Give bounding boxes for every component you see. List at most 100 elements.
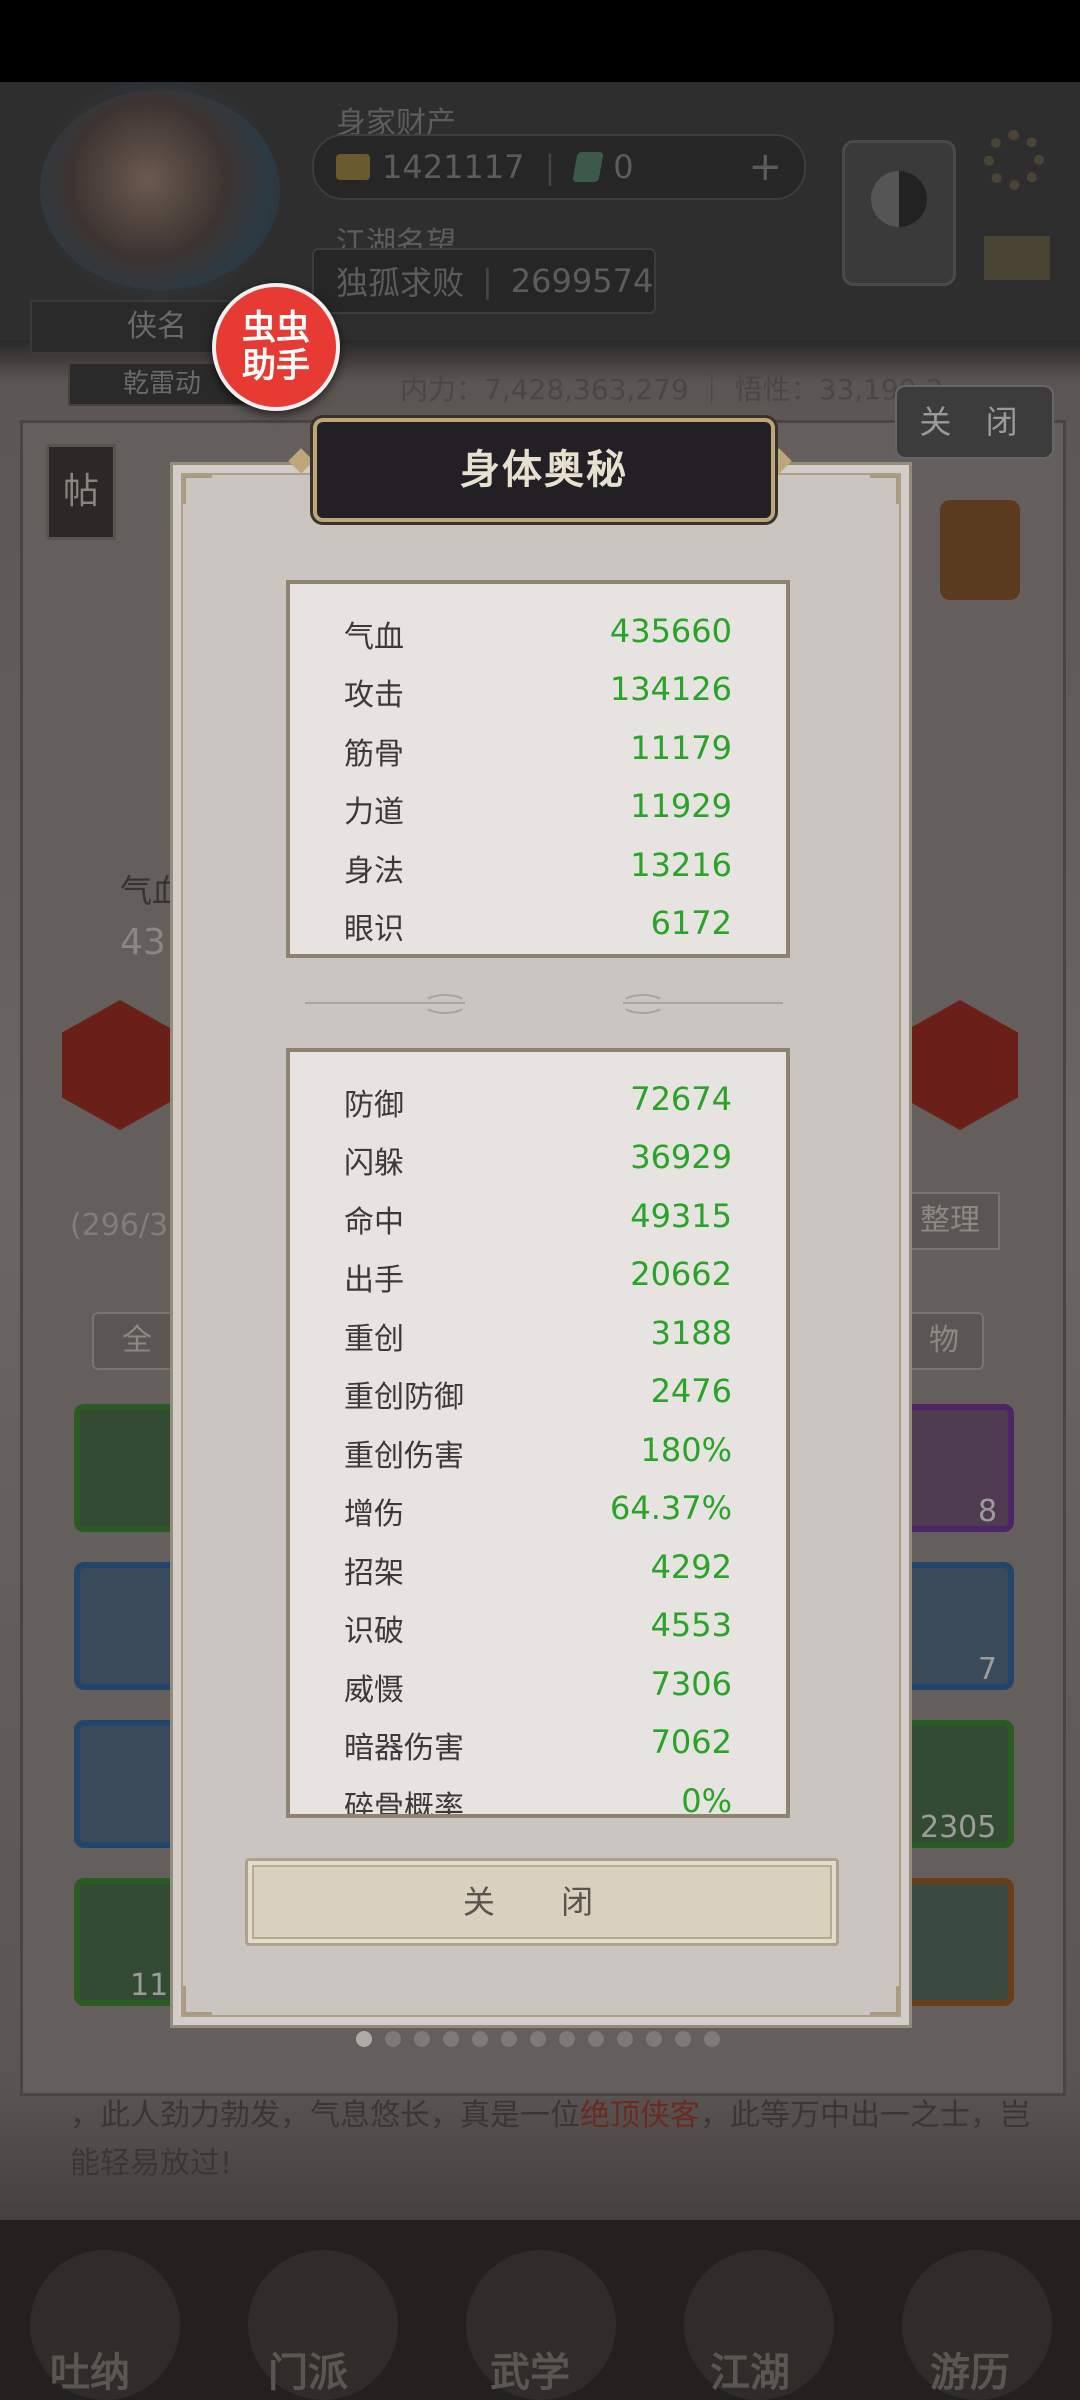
left-stat-value: 43 bbox=[120, 922, 166, 963]
nav-sect-label: 门派 bbox=[268, 2350, 348, 2396]
stat-name: 招架 bbox=[344, 1556, 404, 1591]
stat-value: 435660 bbox=[609, 612, 732, 650]
modal-title: 身体奥秘 bbox=[460, 447, 628, 493]
stat-row: 命中 49315 bbox=[290, 1189, 786, 1247]
stat-row: 暗器伤害 7062 bbox=[290, 1715, 786, 1773]
slot-count: 11 bbox=[130, 1968, 169, 2003]
character-description: ，此人劲力勃发，气息悠长，真是一位绝顶侠客，此等万中出一之士，岂能轻易放过! bbox=[70, 2098, 1030, 2181]
stat-name: 气血 bbox=[344, 620, 404, 655]
stat-name: 碎骨概率 bbox=[344, 1790, 464, 1818]
stat-row: 碎骨概率 0% bbox=[290, 1774, 786, 1818]
stat-name: 重创伤害 bbox=[344, 1439, 464, 1474]
stat-row: 重创 3188 bbox=[290, 1306, 786, 1364]
jade-icon bbox=[572, 152, 604, 182]
stat-value: 7062 bbox=[650, 1723, 732, 1761]
corner-ornament bbox=[870, 475, 899, 504]
mail-icon[interactable] bbox=[984, 236, 1050, 280]
stat-value: 6172 bbox=[650, 904, 732, 942]
stat-name: 力道 bbox=[344, 795, 404, 830]
gold-value: 1421117 bbox=[382, 148, 525, 186]
stat-row: 重创伤害 180% bbox=[290, 1423, 786, 1481]
stat-name: 防御 bbox=[344, 1088, 404, 1123]
avatar[interactable] bbox=[40, 90, 280, 290]
stat-value: 2476 bbox=[650, 1372, 732, 1410]
stat-value: 64.37% bbox=[609, 1489, 732, 1527]
neili-line: 内力：7,428,363,279 ｜ 悟性：33,199,2 bbox=[400, 373, 944, 406]
currency-pill: 1421117 | 0 + bbox=[312, 134, 806, 200]
stat-row: 攻击 134126 bbox=[290, 662, 786, 720]
corner-ornament bbox=[870, 1986, 899, 2015]
stat-row: 闪躲 36929 bbox=[290, 1130, 786, 1188]
stat-row: 出手 20662 bbox=[290, 1247, 786, 1305]
stat-name: 识破 bbox=[344, 1614, 404, 1649]
bag-count: (296/3 bbox=[70, 1208, 169, 1243]
stat-name: 威慑 bbox=[344, 1673, 404, 1708]
stat-row: 招架 4292 bbox=[290, 1540, 786, 1598]
section-divider bbox=[305, 994, 783, 1014]
stat-row: 眼识 6172 bbox=[290, 896, 786, 954]
corner-ornament bbox=[183, 1986, 212, 2015]
stat-row: 气血 435660 bbox=[290, 604, 786, 662]
stat-name: 增伤 bbox=[344, 1497, 404, 1532]
stat-name: 命中 bbox=[344, 1205, 404, 1240]
stat-name: 重创防御 bbox=[344, 1380, 464, 1415]
helper-badge[interactable]: 虫虫 助手 bbox=[212, 283, 340, 411]
stat-row: 防御 72674 bbox=[290, 1072, 786, 1130]
stat-name: 攻击 bbox=[344, 678, 404, 713]
stat-name: 出手 bbox=[344, 1263, 404, 1298]
status-bar bbox=[0, 0, 1080, 82]
secondary-stats-panel[interactable]: 防御 72674 闪躲 36929 命中 49315 出手 20662 重创 3… bbox=[286, 1048, 790, 1818]
taiji-icon[interactable] bbox=[842, 140, 956, 286]
slot-count: 2305 bbox=[920, 1810, 997, 1845]
jade-value: 0 bbox=[613, 148, 634, 186]
ornament-icon bbox=[940, 500, 1020, 600]
stat-row: 身法 13216 bbox=[290, 838, 786, 896]
stat-row: 重创防御 2476 bbox=[290, 1364, 786, 1422]
stat-value: 13216 bbox=[630, 846, 732, 884]
modal-title-bar: 身体奥秘 bbox=[313, 418, 775, 522]
stat-value: 20662 bbox=[630, 1255, 732, 1293]
stat-value: 11179 bbox=[630, 729, 732, 767]
stat-row: 威慑 7306 bbox=[290, 1657, 786, 1715]
gold-ingot-icon bbox=[336, 154, 370, 180]
stat-value: 4292 bbox=[650, 1548, 732, 1586]
stat-value: 11929 bbox=[630, 787, 732, 825]
tab-items[interactable]: 物 bbox=[904, 1312, 984, 1370]
stat-value: 7306 bbox=[650, 1665, 732, 1703]
arrange-button[interactable]: 整理 bbox=[900, 1192, 1000, 1250]
primary-stats-panel: 气血 435660 攻击 134126 筋骨 11179 力道 11929 身法… bbox=[286, 580, 790, 958]
fame-title: 独孤求败 bbox=[336, 264, 465, 302]
add-currency-button[interactable]: + bbox=[748, 144, 782, 190]
gear-icon[interactable] bbox=[984, 130, 1044, 190]
stat-value: 36929 bbox=[630, 1138, 732, 1176]
app-root: { "header": { "wealth_label": "身家财产", "g… bbox=[0, 0, 1080, 2400]
stat-name: 眼识 bbox=[344, 912, 404, 947]
fame-value: 2699574 bbox=[510, 262, 654, 300]
stat-row: 识破 4553 bbox=[290, 1598, 786, 1656]
stat-name: 筋骨 bbox=[344, 737, 404, 772]
nav-jianghu-label: 江湖 bbox=[710, 2350, 790, 2396]
stat-row: 增伤 64.37% bbox=[290, 1481, 786, 1539]
stat-name: 重创 bbox=[344, 1322, 404, 1357]
page-indicator bbox=[356, 2031, 720, 2047]
slot-count: 7 bbox=[978, 1652, 998, 1687]
stat-value: 0% bbox=[681, 1782, 732, 1818]
stat-name: 身法 bbox=[344, 854, 404, 889]
stat-value: 49315 bbox=[630, 1197, 732, 1235]
stat-row: 筋骨 11179 bbox=[290, 721, 786, 779]
stat-name: 暗器伤害 bbox=[344, 1731, 464, 1766]
fame-pill: 独孤求败 | 2699574 bbox=[312, 248, 656, 314]
stat-value: 72674 bbox=[630, 1080, 732, 1118]
nav-tuna-label: 吐纳 bbox=[50, 2350, 130, 2396]
post-icon[interactable]: 帖 bbox=[46, 444, 116, 540]
stat-value: 134126 bbox=[609, 670, 732, 708]
modal-close-button[interactable]: 关 闭 bbox=[245, 1858, 839, 1946]
stat-value: 180% bbox=[640, 1431, 732, 1469]
stat-name: 闪躲 bbox=[344, 1146, 404, 1181]
tab-all[interactable]: 全 bbox=[92, 1312, 182, 1370]
slot-count: 8 bbox=[978, 1494, 998, 1529]
stat-value: 3188 bbox=[650, 1314, 732, 1352]
panel-close-button[interactable]: 关 闭 bbox=[895, 385, 1054, 459]
nav-martial-label: 武学 bbox=[490, 2350, 570, 2396]
corner-ornament bbox=[183, 475, 212, 504]
